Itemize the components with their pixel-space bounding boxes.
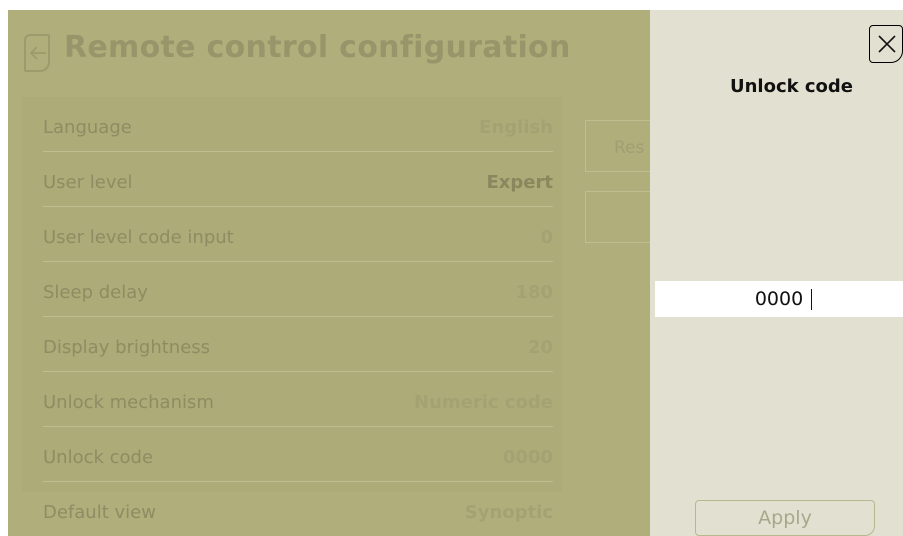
setting-value: Expert — [486, 172, 553, 193]
setting-value: Numeric code — [414, 392, 553, 413]
setting-row-unlock-code[interactable]: Unlock code 0000 — [43, 427, 553, 482]
setting-value: 180 — [515, 282, 553, 303]
close-button[interactable] — [869, 25, 903, 63]
back-arrow-icon — [29, 46, 46, 60]
setting-label: User level — [43, 172, 133, 193]
configuration-screen: Remote control configuration Language En… — [8, 10, 650, 536]
setting-row-user-level[interactable]: User level Expert — [43, 152, 553, 207]
setting-value: 20 — [527, 337, 553, 358]
apply-button[interactable]: Apply — [695, 500, 875, 536]
setting-label: Display brightness — [43, 337, 211, 358]
secondary-button[interactable] — [585, 191, 650, 243]
setting-label: Unlock mechanism — [43, 392, 214, 413]
setting-row-sleep-delay[interactable]: Sleep delay 180 — [43, 262, 553, 317]
setting-label: User level code input — [43, 227, 234, 248]
reset-button-label: Res — [614, 138, 645, 158]
setting-label: Sleep delay — [43, 282, 148, 303]
setting-row-unlock-mechanism[interactable]: Unlock mechanism Numeric code — [43, 372, 553, 427]
setting-value: 0000 — [502, 447, 553, 468]
setting-label: Language — [43, 117, 132, 138]
header: Remote control configuration — [8, 10, 650, 94]
page-title: Remote control configuration — [64, 30, 571, 65]
setting-value: Synoptic — [464, 502, 553, 523]
text-caret — [811, 289, 812, 310]
unlock-code-input[interactable] — [655, 281, 903, 317]
setting-row-display-brightness[interactable]: Display brightness 20 — [43, 317, 553, 372]
settings-list: Language English User level Expert User … — [22, 97, 562, 523]
setting-row-user-level-code[interactable]: User level code input 0 — [43, 207, 553, 262]
setting-row-default-view[interactable]: Default view Synoptic — [43, 482, 553, 536]
setting-row-language[interactable]: Language English — [43, 97, 553, 152]
setting-label: Default view — [43, 502, 156, 523]
panel-title: Unlock code — [730, 76, 854, 97]
unlock-code-panel: Unlock code Apply — [650, 10, 903, 536]
close-icon — [878, 35, 896, 53]
back-button[interactable] — [24, 34, 50, 72]
reset-button[interactable]: Res — [585, 120, 650, 172]
setting-value: English — [479, 117, 553, 138]
setting-value: 0 — [540, 227, 553, 248]
setting-label: Unlock code — [43, 447, 154, 468]
